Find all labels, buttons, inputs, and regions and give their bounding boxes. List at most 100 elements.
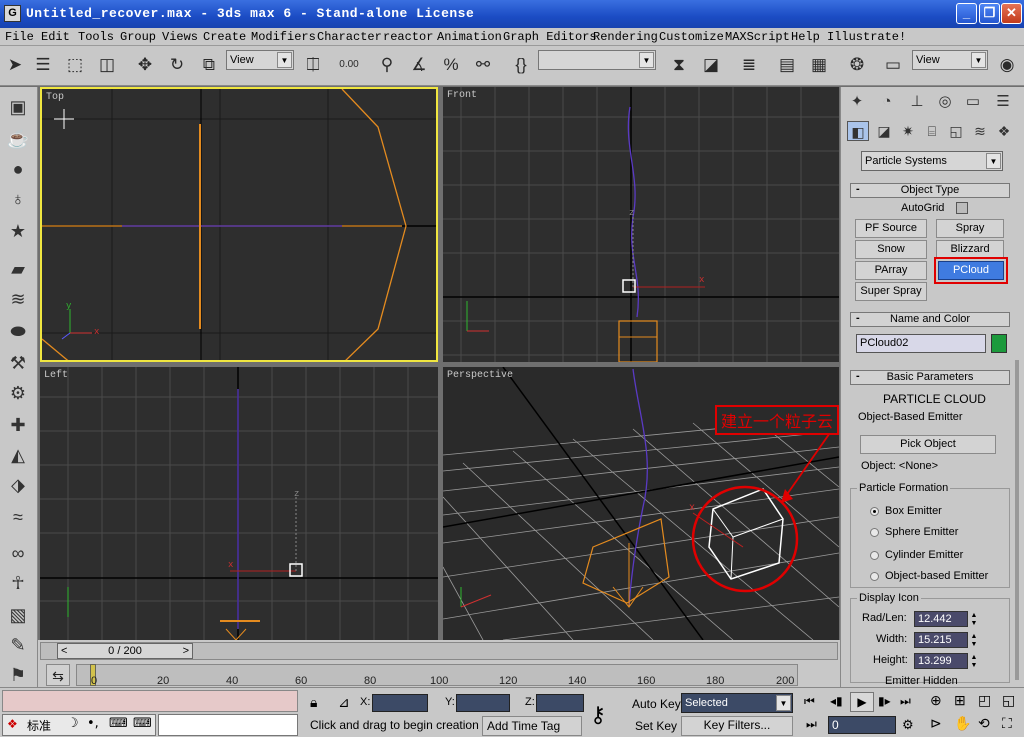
box-icon[interactable]: ▣ bbox=[6, 95, 30, 119]
space-warp-icon[interactable]: ⬗ bbox=[6, 473, 30, 497]
viewport-front[interactable]: Front z x bbox=[443, 87, 839, 362]
viewport-label[interactable]: Left bbox=[44, 370, 68, 381]
create-tab-icon[interactable]: ✦ bbox=[845, 91, 869, 113]
close-button[interactable]: ✕ bbox=[1001, 3, 1022, 24]
pivot-icon[interactable]: ⎅ bbox=[300, 52, 326, 78]
align-icon[interactable]: ◪ bbox=[698, 52, 724, 78]
keyboard-alt-icon[interactable]: ⌨ bbox=[133, 716, 152, 731]
keyboard-icon[interactable]: ⌨ bbox=[109, 716, 128, 731]
snow-button[interactable]: Snow bbox=[855, 240, 927, 259]
zoom-extents-icon[interactable]: ◰ bbox=[978, 692, 991, 709]
object-based-emitter-radio[interactable] bbox=[870, 572, 879, 581]
super-spray-button[interactable]: Super Spray bbox=[855, 282, 927, 301]
wave-icon[interactable]: ≈ bbox=[6, 505, 30, 529]
y-coordinate-field[interactable] bbox=[456, 694, 510, 712]
select-icon[interactable]: ➤ bbox=[2, 52, 28, 78]
quick-render-icon[interactable]: ◉ bbox=[994, 52, 1020, 78]
absolute-mode-icon[interactable]: ⊿ bbox=[338, 694, 350, 711]
spinner-arrows-icon[interactable]: ▲ ▼ bbox=[969, 612, 979, 628]
object-name-field[interactable]: PCloud02 bbox=[856, 334, 986, 353]
viewport-label[interactable]: Top bbox=[46, 92, 64, 103]
viewport-label[interactable]: Front bbox=[447, 90, 477, 101]
lock-icon[interactable]: 🔒︎ bbox=[310, 694, 317, 711]
width-spinner[interactable]: 15.215 ▲ ▼ bbox=[914, 632, 977, 648]
utility-icon[interactable]: ⚑ bbox=[6, 663, 30, 687]
zoom-extents-all-icon[interactable]: ◱ bbox=[1002, 692, 1015, 709]
reference-coordinate-dropdown[interactable]: View ▼ bbox=[226, 50, 294, 70]
material-icon[interactable]: ▧ bbox=[6, 603, 30, 627]
shapes-icon[interactable]: ◪ bbox=[873, 121, 895, 141]
pick-object-button[interactable]: Pick Object bbox=[860, 435, 996, 454]
time-slider-thumb[interactable]: < 0 / 200 > bbox=[57, 643, 193, 659]
spinner-arrows-icon[interactable]: ▲ ▼ bbox=[969, 633, 979, 649]
current-frame-field[interactable]: 0 bbox=[828, 716, 896, 734]
display-tab-icon[interactable]: ▭ bbox=[961, 91, 985, 113]
mirror-icon[interactable]: ⧗ bbox=[666, 52, 692, 78]
space-warps-icon[interactable]: ≋ bbox=[969, 121, 991, 141]
menu-edit[interactable]: Edit bbox=[41, 30, 70, 44]
spinner-arrows-icon[interactable]: ▲ ▼ bbox=[969, 654, 979, 670]
percent-snap-icon[interactable]: % bbox=[438, 52, 464, 78]
spring-icon[interactable]: ≋ bbox=[6, 287, 30, 311]
parray-button[interactable]: PArray bbox=[855, 261, 927, 280]
menu-illustrate[interactable]: Illustrate! bbox=[827, 30, 906, 44]
category-dropdown[interactable]: Particle Systems ▼ bbox=[861, 151, 1003, 171]
menu-character[interactable]: Character bbox=[317, 30, 382, 44]
maxscript-listener[interactable] bbox=[2, 690, 298, 712]
curve-editor-icon[interactable]: ▤ bbox=[774, 52, 800, 78]
layer-manager-icon[interactable]: ≣ bbox=[736, 52, 762, 78]
menu-group[interactable]: Group bbox=[120, 30, 156, 44]
command-panel-scrollbar[interactable] bbox=[1015, 360, 1019, 680]
menu-animation[interactable]: Animation bbox=[437, 30, 502, 44]
named-selection-dropdown[interactable]: ▼ bbox=[538, 50, 656, 70]
menu-modifiers[interactable]: Modifiers bbox=[251, 30, 316, 44]
spinner-snap-toggle-icon[interactable]: ⚯ bbox=[470, 52, 496, 78]
time-config-icon[interactable]: ⚙ bbox=[902, 717, 914, 733]
hierarchy-tab-icon[interactable]: ⊥ bbox=[905, 91, 929, 113]
helper-icon[interactable]: ✚ bbox=[6, 413, 30, 437]
pan-icon[interactable]: ✋ bbox=[954, 715, 971, 732]
add-time-tag-button[interactable]: Add Time Tag bbox=[482, 716, 582, 736]
material-editor-icon[interactable]: ❂ bbox=[844, 52, 870, 78]
menu-graph-editors[interactable]: Graph Editors bbox=[503, 30, 597, 44]
object-type-rollout-header[interactable]: - Object Type bbox=[850, 183, 1010, 198]
viewport-label[interactable]: Perspective bbox=[447, 370, 513, 381]
goto-end-icon[interactable]: ⏭ bbox=[900, 694, 911, 709]
render-type-dropdown[interactable]: View ▼ bbox=[912, 50, 988, 70]
schematic-view-icon[interactable]: ▦ bbox=[806, 52, 832, 78]
motion-icon[interactable]: ∞ bbox=[6, 541, 30, 565]
auto-key-button[interactable]: Auto Key bbox=[632, 697, 681, 711]
spray-button[interactable]: Spray bbox=[936, 219, 1004, 238]
basic-params-rollout-header[interactable]: - Basic Parameters bbox=[850, 370, 1010, 385]
wrench-icon[interactable]: ⚒ bbox=[6, 351, 30, 375]
select-by-name-icon[interactable]: ☰ bbox=[30, 52, 56, 78]
object-color-swatch[interactable] bbox=[991, 334, 1007, 353]
menu-customize[interactable]: Customize bbox=[659, 30, 724, 44]
key-icon[interactable]: ⚷ bbox=[590, 702, 606, 728]
star-icon[interactable]: ★ bbox=[6, 219, 30, 243]
menu-help[interactable]: Help bbox=[791, 30, 820, 44]
set-key-button[interactable]: Set Key bbox=[635, 719, 677, 733]
goto-start-icon[interactable]: ⏮ bbox=[804, 694, 815, 709]
viewport-perspective[interactable]: Perspective x 建立一个粒子云 bbox=[443, 367, 839, 640]
menu-views[interactable]: Views bbox=[162, 30, 198, 44]
modify-tab-icon[interactable]: ◔ bbox=[875, 91, 899, 113]
field-of-view-icon[interactable]: ⊳ bbox=[930, 715, 942, 732]
render-icon[interactable]: ✎ bbox=[6, 633, 30, 657]
angle-snap-icon[interactable]: ∡ bbox=[406, 52, 432, 78]
arc-rotate-icon[interactable]: ⟲ bbox=[978, 715, 990, 732]
zoom-all-icon[interactable]: ⊞ bbox=[954, 692, 966, 709]
autogrid-checkbox[interactable] bbox=[956, 202, 968, 214]
rotate-icon[interactable]: ↻ bbox=[164, 52, 190, 78]
lights-icon[interactable]: ✷ bbox=[897, 121, 919, 141]
key-mode-dropdown[interactable]: Selected ▼ bbox=[681, 693, 793, 713]
x-coordinate-field[interactable] bbox=[372, 694, 428, 712]
scale-icon[interactable]: ⧉ bbox=[196, 52, 222, 78]
maxscript-input[interactable] bbox=[158, 714, 298, 736]
menu-file[interactable]: File bbox=[5, 30, 34, 44]
geometry-icon[interactable]: ◧ bbox=[847, 121, 869, 141]
menu-maxscript[interactable]: MAXScript bbox=[725, 30, 790, 44]
name-color-rollout-header[interactable]: - Name and Color bbox=[850, 312, 1010, 327]
snap-icon[interactable]: ⚲ bbox=[374, 52, 400, 78]
motion-tab-icon[interactable]: ◎ bbox=[933, 91, 957, 113]
